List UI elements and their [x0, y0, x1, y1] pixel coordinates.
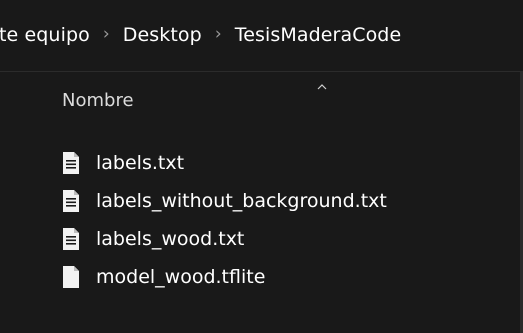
- list-item[interactable]: model_wood.tflite: [62, 258, 387, 296]
- file-name: labels_without_background.txt: [96, 190, 387, 212]
- list-item[interactable]: labels.txt: [62, 144, 387, 182]
- file-list: labels.txt labels_without_background.txt: [62, 144, 387, 296]
- list-item[interactable]: labels_without_background.txt: [62, 182, 387, 220]
- file-name: labels.txt: [96, 152, 185, 174]
- breadcrumb-item-desktop[interactable]: Desktop: [123, 24, 202, 46]
- list-item[interactable]: labels_wood.txt: [62, 220, 387, 258]
- chevron-right-icon[interactable]: ›: [103, 24, 110, 44]
- breadcrumb: ste equipo › Desktop › TesisMaderaCode: [0, 22, 401, 48]
- address-bar[interactable]: ste equipo › Desktop › TesisMaderaCode: [0, 0, 523, 72]
- file-name: model_wood.tflite: [96, 266, 266, 288]
- text-file-icon: [63, 152, 79, 174]
- text-file-icon: [63, 190, 79, 212]
- text-file-icon: [63, 228, 79, 250]
- column-header-name[interactable]: Nombre: [62, 90, 134, 111]
- file-list-pane: Nombre labels.txt labels_without_backgro…: [0, 72, 523, 333]
- breadcrumb-item-this-pc[interactable]: ste equipo: [0, 24, 90, 46]
- breadcrumb-item-current-folder[interactable]: TesisMaderaCode: [235, 24, 402, 46]
- file-name: labels_wood.txt: [96, 228, 245, 250]
- chevron-up-icon[interactable]: [317, 82, 327, 92]
- chevron-right-icon[interactable]: ›: [215, 24, 222, 44]
- file-explorer-window: ste equipo › Desktop › TesisMaderaCode N…: [0, 0, 523, 333]
- blank-file-icon: [63, 266, 79, 288]
